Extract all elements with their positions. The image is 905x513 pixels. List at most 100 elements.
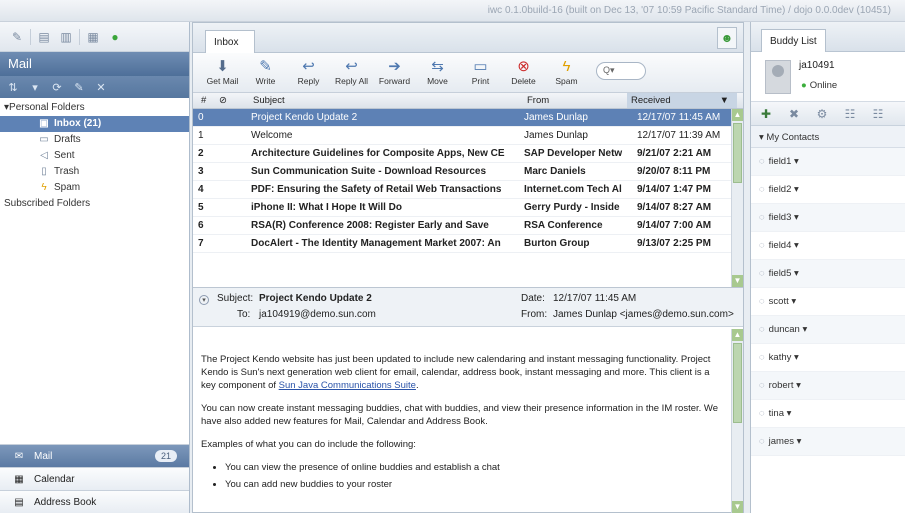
folder-item[interactable]: ▾Personal Folders [0, 100, 189, 116]
contact-item[interactable]: ◌ tina ▾ [751, 400, 905, 428]
chat-bubble-icon: ◌ [759, 352, 765, 363]
mail-folder-tools: ⇅ ▾ ⟳ ✎ ✕ [0, 76, 189, 98]
contact-menu-icon[interactable]: ▾ [793, 380, 801, 391]
spam-button[interactable]: ϟ Spam [545, 57, 588, 86]
message-number: 3 [198, 166, 204, 177]
app-tab[interactable]: ▤ Address Book [0, 490, 189, 513]
folder-label: Drafts [54, 134, 81, 145]
column-received[interactable]: Received ▼ [627, 93, 737, 108]
inbox-icon: ▣ [39, 118, 49, 129]
layout-right-icon[interactable]: ▦ [84, 28, 102, 46]
contact-menu-icon[interactable]: ▾ [800, 324, 807, 335]
tab-buddy-list[interactable]: Buddy List [761, 29, 826, 52]
chat-bubble-icon: ◌ [759, 268, 765, 279]
contact-item[interactable]: ◌ kathy ▾ [751, 344, 905, 372]
column-number[interactable]: # [201, 95, 206, 106]
contact-item[interactable]: ◌ field4 ▾ [751, 232, 905, 260]
user-status-dropdown[interactable]: ● Online [801, 80, 837, 91]
chat-bubble-icon: ◌ [759, 184, 765, 195]
chat-bubble-icon: ◌ [759, 380, 765, 391]
scroll-down-icon[interactable]: ▼ [732, 275, 743, 287]
new-folder-icon[interactable]: ▾ [26, 78, 44, 96]
folder-item[interactable]: ▣ Inbox (21) [0, 116, 189, 132]
contact-menu-icon[interactable]: ▾ [784, 408, 792, 419]
group-remove-icon[interactable]: ☷ [869, 105, 887, 123]
contact-menu-icon[interactable]: ▾ [791, 352, 799, 363]
app-tab[interactable]: ✉ Mail 21 [0, 444, 189, 467]
preview-scrollbar[interactable]: ▲ ▼ [731, 329, 743, 513]
message-row[interactable]: 3 Sun Communication Suite - Download Reso… [193, 163, 743, 181]
settings-icon[interactable]: ⚙ [813, 105, 831, 123]
message-row[interactable]: 5 iPhone II: What I Hope It Will Do Gerry … [193, 199, 743, 217]
scrollbar-thumb[interactable] [733, 123, 742, 183]
contact-item[interactable]: ◌ field1 ▾ [751, 148, 905, 176]
scroll-down-icon[interactable]: ▼ [732, 501, 743, 513]
contact-menu-icon[interactable]: ▾ [791, 184, 799, 195]
tab-inbox[interactable]: Inbox [205, 30, 255, 53]
write-label: Write [255, 76, 276, 86]
preview-header: ▾ Subject: Project Kendo Update 2 To: ja… [193, 287, 743, 327]
message-row[interactable]: 2 Architecture Guidelines for Composite A… [193, 145, 743, 163]
folder-item[interactable]: ▯ Trash [0, 164, 189, 180]
reply-all-button[interactable]: ↩ Reply All [330, 57, 373, 86]
app-switcher: ✉ Mail 21 ▦ Calendar ▤ Address Book [0, 444, 189, 513]
folder-item[interactable]: ◁ Sent [0, 148, 189, 164]
contact-item[interactable]: ◌ james ▾ [751, 428, 905, 456]
new-message-icon[interactable]: ✎ [8, 28, 26, 46]
get-mail-button[interactable]: ⬇ Get Mail [201, 57, 244, 86]
layout-icon[interactable]: ▤ [35, 28, 53, 46]
contact-item[interactable]: ◌ field2 ▾ [751, 176, 905, 204]
scroll-up-icon[interactable]: ▲ [732, 329, 743, 341]
contact-menu-icon[interactable]: ▾ [791, 156, 799, 167]
folder-item[interactable]: ▭ Drafts [0, 132, 189, 148]
move-button[interactable]: ⇆ Move [416, 57, 459, 86]
contact-menu-icon[interactable]: ▾ [789, 296, 796, 307]
contacts-group-header[interactable]: ▾ My Contacts [751, 126, 905, 148]
message-row[interactable]: 7 DocAlert - The Identity Management Mark… [193, 235, 743, 253]
contact-menu-icon[interactable]: ▾ [791, 212, 799, 223]
message-subject: Project Kendo Update 2 [251, 112, 358, 123]
contact-item[interactable]: ◌ scott ▾ [751, 288, 905, 316]
write-button[interactable]: ✎ Write [244, 57, 287, 86]
message-row[interactable]: 1 Welcome James Dunlap 12/17/07 11:39 AM [193, 127, 743, 145]
mail-header: Mail [0, 52, 189, 76]
message-row[interactable]: 0 Project Kendo Update 2 James Dunlap 12/17… [193, 109, 743, 127]
column-subject[interactable]: Subject [253, 95, 285, 106]
refresh-icon[interactable]: ⟳ [48, 78, 66, 96]
folder-item[interactable]: ϟ Spam [0, 180, 189, 196]
contact-item[interactable]: ◌ robert ▾ [751, 372, 905, 400]
contact-item[interactable]: ◌ field3 ▾ [751, 204, 905, 232]
message-row[interactable]: 6 RSA(R) Conference 2008: Register Early … [193, 217, 743, 235]
contact-menu-icon[interactable]: ▾ [791, 240, 799, 251]
contact-item[interactable]: ◌ duncan ▾ [751, 316, 905, 344]
message-list-scrollbar[interactable]: ▲ ▼ [731, 109, 743, 287]
contact-item[interactable]: ◌ field5 ▾ [751, 260, 905, 288]
group-add-icon[interactable]: ☷ [841, 105, 859, 123]
app-tab[interactable]: ▦ Calendar [0, 467, 189, 490]
chat-toggle-icon[interactable]: ☻ [717, 27, 737, 49]
scrollbar-thumb[interactable] [733, 343, 742, 423]
search-input[interactable]: Q▾ [596, 62, 646, 80]
message-row[interactable]: 4 PDF: Ensuring the Safety of Retail Web … [193, 181, 743, 199]
suite-link[interactable]: Sun Java Communications Suite [279, 380, 416, 391]
chat-icon[interactable]: ● [106, 28, 124, 46]
chat-bubble-icon: ◌ [759, 296, 765, 307]
folder-item[interactable]: Subscribed Folders [0, 196, 189, 212]
rename-icon[interactable]: ✎ [70, 78, 88, 96]
contact-menu-icon[interactable]: ▾ [791, 268, 799, 279]
attachment-column-icon[interactable]: ⊘ [219, 95, 227, 106]
add-buddy-icon[interactable]: ✚ [757, 105, 775, 123]
column-from[interactable]: From [527, 95, 549, 106]
delete-button[interactable]: ⊗ Delete [502, 57, 545, 86]
delete-folder-icon[interactable]: ✕ [92, 78, 110, 96]
folder-sort-icon[interactable]: ⇅ [4, 78, 22, 96]
contact-menu-icon[interactable]: ▾ [794, 436, 802, 447]
forward-button[interactable]: ➔ Forward [373, 57, 416, 86]
collapse-header-icon[interactable]: ▾ [199, 295, 209, 305]
reply-button[interactable]: ↩ Reply [287, 57, 330, 86]
remove-buddy-icon[interactable]: ✖ [785, 105, 803, 123]
scroll-up-icon[interactable]: ▲ [732, 109, 743, 121]
print-button[interactable]: ▭ Print [459, 57, 502, 86]
preview-date: 12/17/07 11:45 AM [553, 293, 637, 304]
layout-split-icon[interactable]: ▥ [57, 28, 75, 46]
